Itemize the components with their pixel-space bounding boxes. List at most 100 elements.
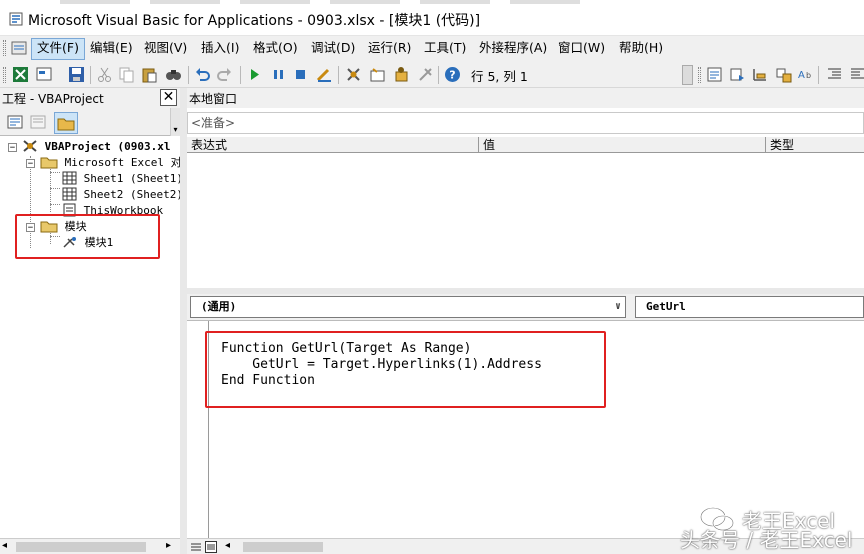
toolbar-separator bbox=[338, 66, 339, 84]
help-icon[interactable]: ? bbox=[444, 66, 461, 83]
tree-item-label: Microsoft Excel 对象 bbox=[64, 156, 193, 169]
scroll-left-icon[interactable]: ◂ bbox=[2, 540, 7, 551]
toolbar-overflow-button[interactable]: ▾ bbox=[170, 108, 180, 136]
run-icon[interactable] bbox=[246, 66, 263, 83]
menu-insert[interactable]: 插入(I) bbox=[196, 38, 244, 58]
object-combo[interactable]: (通用) ∨ bbox=[190, 296, 626, 318]
copy-icon[interactable] bbox=[118, 66, 135, 83]
tree-item-project[interactable]: VBAProject (0903.xl bbox=[22, 139, 170, 155]
complete-word-icon[interactable]: Ab bbox=[797, 66, 814, 83]
menu-run[interactable]: 运行(R) bbox=[363, 38, 416, 58]
vba-project-icon bbox=[23, 140, 37, 152]
properties-icon[interactable] bbox=[369, 66, 386, 83]
locals-window-header: 本地窗口 bbox=[187, 88, 864, 108]
toolbar-separator bbox=[188, 66, 189, 84]
locals-context-field: <准备> bbox=[187, 112, 864, 134]
menu-format[interactable]: 格式(O) bbox=[248, 38, 303, 58]
scroll-right-icon[interactable]: ▸ bbox=[166, 540, 171, 551]
reset-icon[interactable] bbox=[292, 66, 309, 83]
window-title: Microsoft Visual Basic for Applications … bbox=[28, 13, 481, 29]
menu-debug[interactable]: 调试(D) bbox=[306, 38, 360, 58]
tree-connector bbox=[50, 188, 60, 189]
collapse-toggle[interactable]: − bbox=[8, 143, 17, 153]
toolbar-separator bbox=[438, 66, 439, 84]
chevron-down-icon[interactable]: ∨ bbox=[615, 297, 621, 317]
procedure-view-icon[interactable] bbox=[190, 541, 202, 553]
vba-app-icon bbox=[9, 12, 23, 26]
object-browser-icon[interactable] bbox=[393, 66, 410, 83]
excel-view-icon[interactable] bbox=[12, 66, 29, 83]
list-members-icon[interactable] bbox=[706, 66, 723, 83]
design-mode-icon[interactable] bbox=[316, 66, 333, 83]
svg-text:A: A bbox=[798, 70, 805, 81]
menu-tools[interactable]: 工具(T) bbox=[419, 38, 471, 58]
toolbar-grip bbox=[3, 67, 6, 83]
toolbar-separator bbox=[90, 66, 91, 84]
close-icon[interactable]: ✕ bbox=[160, 89, 177, 106]
menu-help[interactable]: 帮助(H) bbox=[614, 38, 668, 58]
procedure-combo[interactable]: GetUrl bbox=[635, 296, 864, 318]
folder-open-icon bbox=[40, 157, 58, 169]
menubar-grip bbox=[3, 40, 6, 56]
project-tree: − VBAProject (0903.xl − Microsoft Excel … bbox=[0, 136, 193, 538]
column-value[interactable]: 值 bbox=[479, 137, 766, 153]
quick-info-icon[interactable] bbox=[751, 66, 768, 83]
tree-item-label: Sheet2 (Sheet2) bbox=[83, 188, 183, 201]
scroll-left-icon[interactable]: ◂ bbox=[225, 540, 230, 551]
collapse-toggle[interactable]: − bbox=[26, 159, 35, 169]
horizontal-scrollbar[interactable]: ◂ ▸ bbox=[0, 538, 180, 554]
menu-addins[interactable]: 外接程序(A) bbox=[474, 38, 552, 58]
panel-splitter[interactable] bbox=[180, 88, 187, 554]
standard-toolbar: ▾ ? 行 5, 列 1 Ab bbox=[0, 62, 864, 141]
find-icon[interactable] bbox=[165, 66, 182, 83]
menu-edit[interactable]: 编辑(E) bbox=[85, 38, 138, 58]
project-explorer-header: 工程 - VBAProject ✕ bbox=[0, 88, 180, 108]
view-object-icon[interactable] bbox=[27, 112, 49, 132]
project-explorer-icon[interactable] bbox=[345, 66, 362, 83]
worksheet-icon bbox=[62, 187, 77, 201]
tree-connector bbox=[50, 172, 60, 173]
list-constants-icon[interactable] bbox=[729, 66, 746, 83]
save-icon[interactable] bbox=[68, 66, 85, 83]
watermark-subtitle: 头条号 / 老王Excel bbox=[680, 528, 853, 552]
outdent-icon[interactable] bbox=[849, 66, 864, 83]
scrollbar-thumb[interactable] bbox=[16, 542, 146, 552]
undo-icon[interactable] bbox=[194, 66, 211, 83]
tree-item-sheet2[interactable]: Sheet2 (Sheet2) bbox=[62, 187, 183, 203]
menu-view[interactable]: 视图(V) bbox=[139, 38, 192, 58]
menu-file[interactable]: 文件(F) bbox=[31, 38, 85, 60]
toolbar-separator bbox=[818, 66, 819, 84]
toolbar-separator bbox=[240, 66, 241, 84]
project-explorer-toolbar: ▾ bbox=[0, 108, 180, 136]
toolbar-overflow-button[interactable] bbox=[682, 65, 693, 85]
scrollbar-thumb[interactable] bbox=[243, 542, 323, 552]
tree-item-label: VBAProject (0903.xl bbox=[44, 140, 171, 153]
column-type[interactable]: 类型 bbox=[766, 137, 864, 153]
svg-text:?: ? bbox=[449, 69, 455, 82]
paste-icon[interactable] bbox=[141, 66, 158, 83]
menu-window[interactable]: 窗口(W) bbox=[553, 38, 610, 58]
procedure-combo-value: GetUrl bbox=[646, 300, 686, 313]
svg-text:b: b bbox=[806, 71, 811, 80]
procedure-bar: (通用) ∨ GetUrl bbox=[187, 294, 864, 320]
toggle-folders-icon[interactable] bbox=[54, 112, 78, 134]
menu-bar: 文件(F) 编辑(E) 视图(V) 插入(I) 格式(O) 调试(D) 运行(R… bbox=[0, 36, 864, 60]
toolbox-icon[interactable] bbox=[417, 66, 434, 83]
project-explorer-title: 工程 - VBAProject bbox=[2, 92, 104, 106]
vba-doc-icon[interactable] bbox=[11, 40, 27, 56]
column-expression[interactable]: 表达式 bbox=[187, 137, 479, 153]
tree-item-sheet1[interactable]: Sheet1 (Sheet1) bbox=[62, 171, 183, 187]
full-module-view-icon[interactable] bbox=[205, 541, 217, 553]
indent-icon[interactable] bbox=[826, 66, 843, 83]
object-combo-value: (通用) bbox=[201, 300, 237, 313]
cut-icon[interactable] bbox=[96, 66, 113, 83]
highlight-box-code bbox=[205, 331, 606, 408]
tree-item-label: Sheet1 (Sheet1) bbox=[83, 172, 183, 185]
tree-item-excel-objects[interactable]: Microsoft Excel 对象 bbox=[40, 155, 193, 171]
locals-window: 本地窗口 <准备> 表达式 值 类型 bbox=[187, 88, 864, 288]
parameter-info-icon[interactable] bbox=[775, 66, 792, 83]
redo-icon[interactable] bbox=[216, 66, 233, 83]
view-code-icon[interactable] bbox=[4, 112, 26, 132]
insert-userform-icon[interactable] bbox=[36, 66, 53, 83]
break-icon[interactable] bbox=[270, 66, 287, 83]
